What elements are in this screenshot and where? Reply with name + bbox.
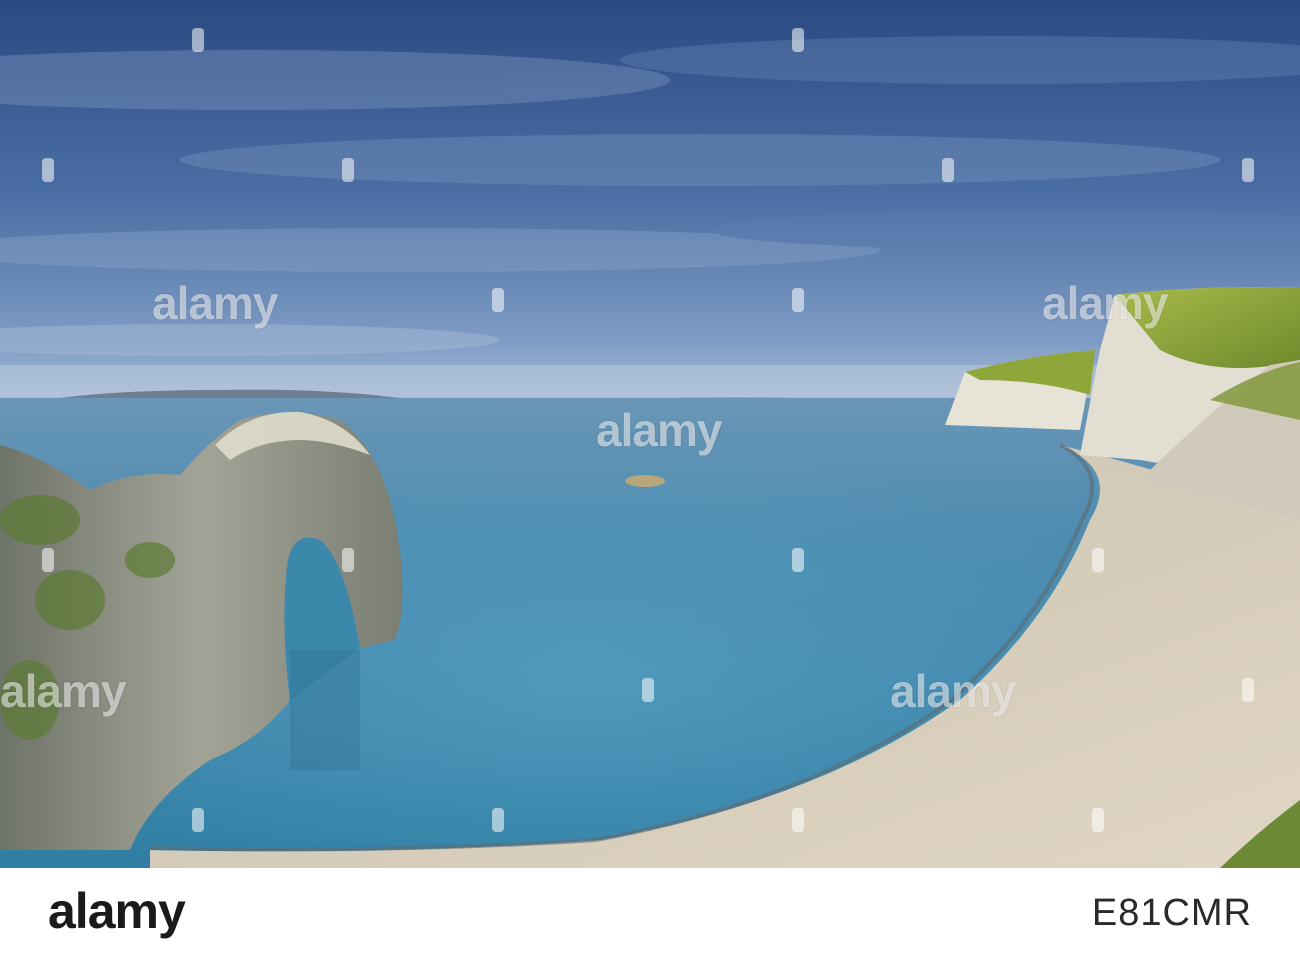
watermark-text: alamy xyxy=(596,404,722,456)
watermark-dot xyxy=(792,808,804,832)
watermark-dot xyxy=(1242,158,1254,182)
watermark-dot xyxy=(192,28,204,52)
watermark-dot xyxy=(792,288,804,312)
watermark-dot xyxy=(342,158,354,182)
landscape-photo: alamy alamy alamy alamy alamy xyxy=(0,0,1300,868)
watermark-dot xyxy=(342,548,354,572)
watermark-text: alamy xyxy=(890,665,1016,717)
watermark-dot xyxy=(792,548,804,572)
footer-bar: alamy E81CMR xyxy=(0,868,1300,956)
watermark-dot xyxy=(1092,548,1104,572)
arch-reflection xyxy=(290,650,360,770)
image-id: E81CMR xyxy=(1091,892,1252,934)
watermark-dot xyxy=(1092,808,1104,832)
watermark-dot xyxy=(1242,678,1254,702)
watermark-dot xyxy=(792,28,804,52)
watermark-dot xyxy=(642,678,654,702)
watermark-text: alamy xyxy=(152,277,278,329)
watermark-text: alamy xyxy=(1042,277,1168,329)
sea-rock xyxy=(625,475,665,487)
watermark-dot xyxy=(42,158,54,182)
watermark-dot xyxy=(942,158,954,182)
watermark-dot xyxy=(192,808,204,832)
watermark-text: alamy xyxy=(0,665,126,717)
watermark-dot xyxy=(492,808,504,832)
watermark-dot xyxy=(42,548,54,572)
watermark-dot xyxy=(492,288,504,312)
alamy-logo: alamy xyxy=(48,883,186,939)
